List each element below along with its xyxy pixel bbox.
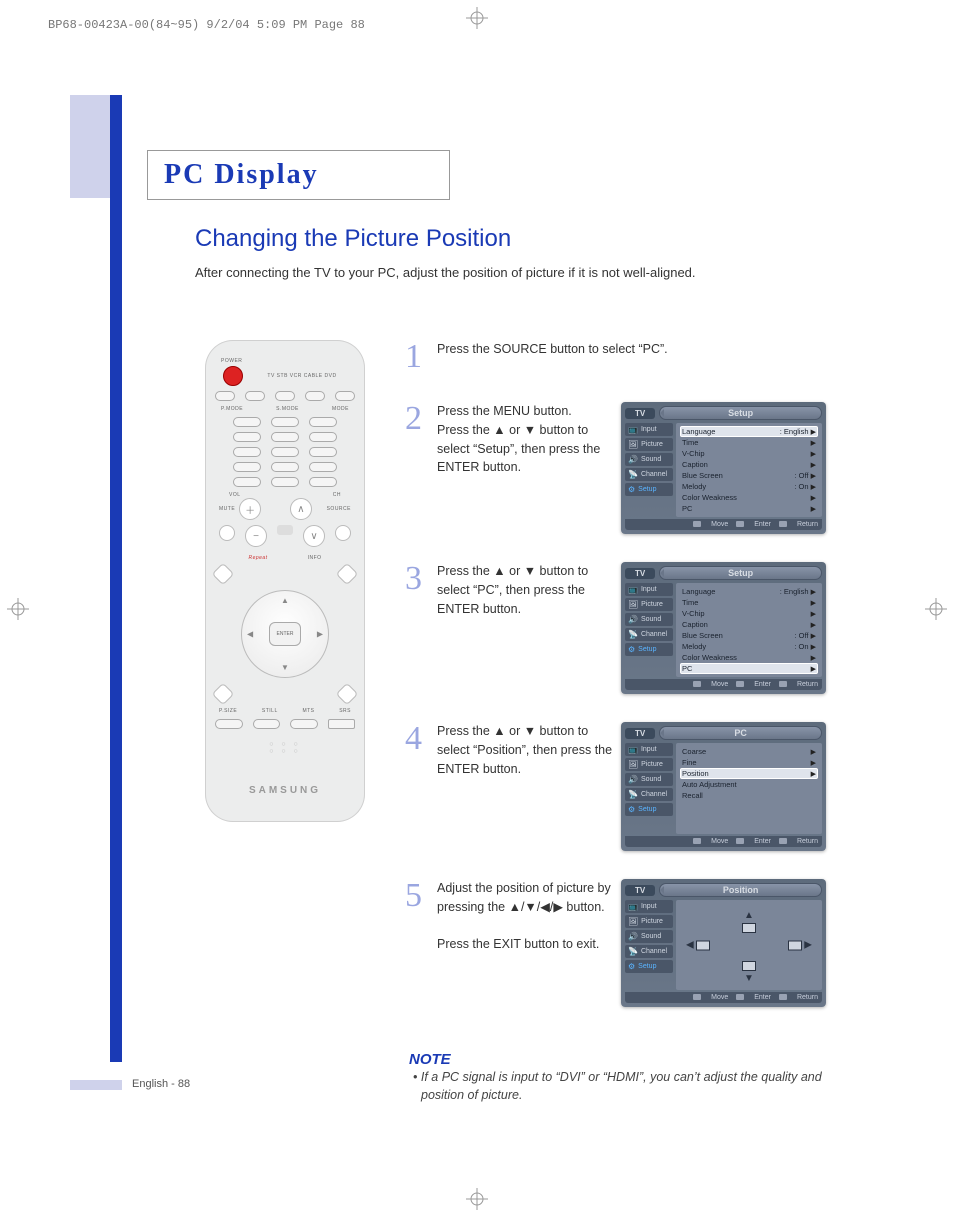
section-title: PC Display	[164, 159, 319, 191]
step-3: 3 Press the ▲ or ▼ button to select “PC”…	[405, 562, 854, 694]
step-text: Press the SOURCE button to select “PC”.	[437, 340, 831, 359]
osd-side-tabs: 📺Input 🖼Picture 🔊Sound 📡Channel ⚙Setup	[625, 423, 673, 517]
note-block: NOTE • If a PC signal is input to “DVI” …	[409, 1035, 854, 1104]
osd-tab-input: 📺Input	[625, 900, 673, 913]
osd-tab-picture: 🖼Picture	[625, 915, 673, 928]
source-row-label: TV STB VCR CABLE DVD	[249, 373, 355, 379]
section-heading-box: PC Display	[147, 150, 450, 200]
osd-item: Language: English ▶	[680, 586, 818, 597]
osd-item: Auto Adjustment	[680, 779, 818, 790]
osd-item: Color Weakness ▶	[680, 492, 818, 503]
osd-item: Color Weakness ▶	[680, 652, 818, 663]
print-meta: BP68-00423A-00(84~95) 9/2/04 5:09 PM Pag…	[48, 18, 365, 32]
osd-item: Coarse▶	[680, 746, 818, 757]
step-1: 1 Press the SOURCE button to select “PC”…	[405, 340, 854, 374]
osd-tab-channel: 📡Channel	[625, 628, 673, 641]
osd-tab-sound: 🔊Sound	[625, 930, 673, 943]
osd-item: Fine▶	[680, 757, 818, 768]
osd-item: Time ▶	[680, 437, 818, 448]
osd-tab-sound: 🔊Sound	[625, 613, 673, 626]
step-5: 5 Adjust the position of picture by pres…	[405, 879, 854, 1007]
crop-mark-bottom	[466, 1188, 488, 1210]
crop-mark-left	[7, 598, 29, 620]
osd-tab-picture: 🖼Picture	[625, 758, 673, 771]
osd-item: Position▶	[680, 768, 818, 779]
remote-illustration: POWER TV STB VCR CABLE DVD P.MODE S.MODE…	[195, 340, 395, 1104]
osd-item: Blue Screen: Off ▶	[680, 630, 818, 641]
osd-setup-list-2: Language: English ▶Time ▶V-Chip ▶Caption…	[676, 583, 822, 677]
ch-up-icon: ∧	[290, 498, 312, 520]
osd-item: Melody: On ▶	[680, 481, 818, 492]
mode-labels: P.MODE S.MODE MODE	[215, 406, 355, 412]
osd-item: V-Chip ▶	[680, 448, 818, 459]
osd-setup-list-1: Language: English ▶Time ▶V-Chip ▶Caption…	[676, 423, 822, 517]
page-number: English - 88	[132, 1078, 190, 1090]
osd-side-tabs-2: 📺Input 🖼Picture 🔊Sound 📡Channel ⚙Setup	[625, 583, 673, 677]
osd-tab-input: 📺Input	[625, 743, 673, 756]
osd-item: Blue Screen: Off ▶	[680, 470, 818, 481]
power-label: POWER	[221, 358, 355, 364]
osd-tab-input: 📺Input	[625, 423, 673, 436]
osd-item: Caption ▶	[680, 619, 818, 630]
osd-side-tabs-4: 📺Input 🖼Picture 🔊Sound 📡Channel ⚙Setup	[625, 900, 673, 990]
side-accent	[70, 95, 110, 190]
osd-pc: TVPC 📺Input🖼Picture🔊Sound📡Channel⚙Setup …	[621, 722, 826, 851]
osd-item: V-Chip ▶	[680, 608, 818, 619]
osd-item: Language: English ▶	[680, 426, 818, 437]
brand-logo: SAMSUNG	[215, 785, 355, 796]
dpad: ▲ ▼ ◀ ▶ ENTER	[241, 590, 329, 678]
osd-item: Melody: On ▶	[680, 641, 818, 652]
page-title: Changing the Picture Position	[195, 225, 854, 253]
osd-tab-channel: 📡Channel	[625, 945, 673, 958]
osd-tab-picture: 🖼Picture	[625, 598, 673, 611]
power-button	[223, 366, 243, 386]
osd-footer: MoveEnterReturn	[625, 519, 822, 530]
osd-tab-setup: ⚙Setup	[625, 643, 673, 656]
note-body: • If a PC signal is input to “DVI” or “H…	[409, 1068, 854, 1104]
osd-pc-list: Coarse▶Fine▶Position▶Auto AdjustmentReca…	[676, 743, 822, 834]
osd-item: PC ▶	[680, 503, 818, 514]
osd-tab-channel: 📡Channel	[625, 468, 673, 481]
osd-item: Time ▶	[680, 597, 818, 608]
vol-up-icon: ＋	[239, 498, 261, 520]
osd-tab-setup: ⚙Setup	[625, 483, 673, 496]
blue-sidebar	[110, 95, 122, 1062]
osd-tab-picture: 🖼Picture	[625, 438, 673, 451]
osd-tab-sound: 🔊Sound	[625, 453, 673, 466]
osd-tab-input: 📺Input	[625, 583, 673, 596]
note-heading: NOTE	[409, 1051, 854, 1068]
footer-accent	[70, 1080, 122, 1090]
step-number: 1	[405, 340, 433, 374]
step-2: 2 Press the MENU button. Press the ▲ or …	[405, 402, 854, 534]
step-4: 4 Press the ▲ or ▼ button to select “Pos…	[405, 722, 854, 851]
osd-item: Recall	[680, 790, 818, 801]
osd-item: PC ▶	[680, 663, 818, 674]
osd-position: TVPosition 📺Input🖼Picture🔊Sound📡Channel⚙…	[621, 879, 826, 1007]
osd-setup-2: TVSetup 📺Input🖼Picture🔊Sound📡Channel⚙Set…	[621, 562, 826, 694]
steps: 1 Press the SOURCE button to select “PC”…	[405, 340, 854, 1104]
enter-button: ENTER	[269, 622, 301, 646]
osd-tab-setup: ⚙Setup	[625, 960, 673, 973]
osd-tab-setup: ⚙Setup	[625, 803, 673, 816]
osd-tab-sound: 🔊Sound	[625, 773, 673, 786]
osd-tab-channel: 📡Channel	[625, 788, 673, 801]
osd-item: Caption ▶	[680, 459, 818, 470]
crop-mark-top	[466, 7, 488, 29]
dots: ○ ○ ○○ ○ ○	[215, 741, 355, 755]
crop-mark-right	[925, 598, 947, 620]
osd-side-tabs-3: 📺Input 🖼Picture 🔊Sound 📡Channel ⚙Setup	[625, 743, 673, 834]
intro-text: After connecting the TV to your PC, adju…	[195, 265, 854, 280]
position-adjust-pane: ▲ ▼ ◀ ▶	[676, 900, 822, 990]
osd-setup-1: TVSetup 📺Input🖼Picture🔊Sound📡Channel⚙Set…	[621, 402, 826, 534]
